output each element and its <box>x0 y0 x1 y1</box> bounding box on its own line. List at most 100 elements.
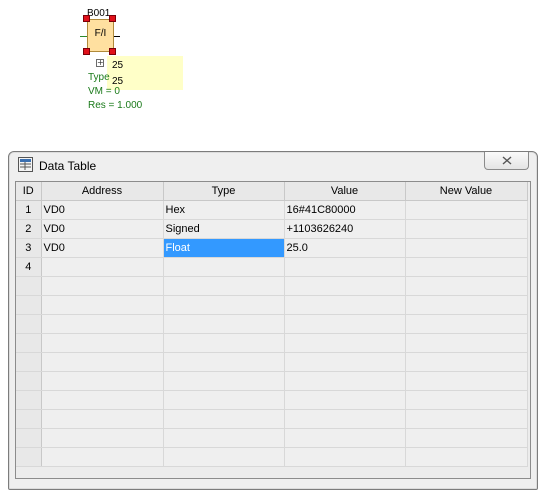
row-id: 2 <box>16 219 42 239</box>
column-header-address[interactable]: Address <box>41 182 164 201</box>
res-label: Res = 1.000 <box>88 100 143 111</box>
row-id <box>16 428 42 448</box>
new-value-cell[interactable] <box>405 257 528 277</box>
value-cell <box>284 428 406 448</box>
address-cell[interactable] <box>41 333 164 353</box>
table-row: 3 VD0 Float 25.0 <box>16 238 528 258</box>
workspace: B001 F/I + 25 25 Type VM = 0 Res = 1.000… <box>0 0 554 496</box>
empty-row <box>16 371 528 391</box>
value-cell <box>284 295 406 315</box>
empty-row <box>16 295 528 315</box>
row-id <box>16 295 42 315</box>
new-value-cell[interactable] <box>405 200 528 220</box>
row-id <box>16 276 42 296</box>
type-cell[interactable]: Hex <box>163 200 285 220</box>
new-value-cell[interactable] <box>405 276 528 296</box>
window-titlebar[interactable]: Data Table <box>9 152 537 178</box>
value-cell: 25.0 <box>284 238 406 258</box>
empty-row <box>16 276 528 296</box>
address-cell[interactable] <box>41 257 164 277</box>
resize-handle-bottom-left[interactable] <box>83 48 90 55</box>
tooltip-value-1: 25 <box>112 60 124 71</box>
address-cell[interactable] <box>41 276 164 296</box>
data-table-window: Data Table ID Address Type Value New Val… <box>8 151 538 490</box>
column-header-value[interactable]: Value <box>284 182 406 201</box>
type-cell[interactable] <box>163 371 285 391</box>
row-id: 4 <box>16 257 42 277</box>
address-cell[interactable] <box>41 409 164 429</box>
value-cell: +1103626240 <box>284 219 406 239</box>
expand-icon[interactable]: + <box>96 59 104 67</box>
address-cell[interactable] <box>41 295 164 315</box>
new-value-cell[interactable] <box>405 219 528 239</box>
value-cell: 16#41C80000 <box>284 200 406 220</box>
row-id <box>16 314 42 334</box>
empty-row <box>16 314 528 334</box>
value-cell <box>284 257 406 277</box>
address-cell[interactable]: VD0 <box>41 238 164 258</box>
value-cell <box>284 390 406 410</box>
row-id <box>16 390 42 410</box>
value-cell <box>284 371 406 391</box>
type-cell[interactable] <box>163 390 285 410</box>
type-cell[interactable] <box>163 428 285 448</box>
column-header-new-value[interactable]: New Value <box>405 182 528 201</box>
address-cell[interactable] <box>41 352 164 372</box>
resize-handle-top-left[interactable] <box>83 15 90 22</box>
value-cell <box>284 409 406 429</box>
new-value-cell[interactable] <box>405 447 528 467</box>
row-id <box>16 371 42 391</box>
table-row: 1 VD0 Hex 16#41C80000 <box>16 200 528 220</box>
address-cell[interactable] <box>41 371 164 391</box>
new-value-cell[interactable] <box>405 314 528 334</box>
type-cell[interactable] <box>163 447 285 467</box>
value-cell <box>284 447 406 467</box>
value-cell <box>284 333 406 353</box>
empty-row <box>16 352 528 372</box>
empty-row <box>16 428 528 448</box>
close-button[interactable] <box>484 152 529 170</box>
new-value-cell[interactable] <box>405 238 528 258</box>
output-pin <box>113 36 120 37</box>
address-cell[interactable]: VD0 <box>41 200 164 220</box>
data-table: ID Address Type Value New Value 1 VD0 He… <box>16 182 528 467</box>
type-cell[interactable] <box>163 314 285 334</box>
type-cell-selected[interactable]: Float <box>163 238 285 258</box>
row-id <box>16 409 42 429</box>
column-header-id[interactable]: ID <box>16 182 42 201</box>
empty-row <box>16 333 528 353</box>
table-row: 2 VD0 Signed +1103626240 <box>16 219 528 239</box>
value-cell <box>284 276 406 296</box>
resize-handle-top-right[interactable] <box>109 15 116 22</box>
resize-handle-bottom-right[interactable] <box>109 48 116 55</box>
row-id: 1 <box>16 200 42 220</box>
row-id: 3 <box>16 238 42 258</box>
address-cell[interactable] <box>41 390 164 410</box>
address-cell[interactable] <box>41 428 164 448</box>
type-cell[interactable]: Signed <box>163 219 285 239</box>
type-cell[interactable] <box>163 409 285 429</box>
data-grid: ID Address Type Value New Value 1 VD0 He… <box>15 181 531 479</box>
type-cell[interactable] <box>163 257 285 277</box>
new-value-cell[interactable] <box>405 352 528 372</box>
empty-row <box>16 390 528 410</box>
new-value-cell[interactable] <box>405 409 528 429</box>
new-value-cell[interactable] <box>405 295 528 315</box>
type-cell[interactable] <box>163 276 285 296</box>
new-value-cell[interactable] <box>405 428 528 448</box>
new-value-cell[interactable] <box>405 333 528 353</box>
new-value-cell[interactable] <box>405 371 528 391</box>
type-cell[interactable] <box>163 352 285 372</box>
type-cell[interactable] <box>163 333 285 353</box>
value-cell <box>284 352 406 372</box>
row-id <box>16 333 42 353</box>
address-cell[interactable] <box>41 447 164 467</box>
empty-row <box>16 447 528 467</box>
row-id <box>16 352 42 372</box>
type-cell[interactable] <box>163 295 285 315</box>
column-header-type[interactable]: Type <box>163 182 285 201</box>
address-cell[interactable]: VD0 <box>41 219 164 239</box>
table-row: 4 <box>16 257 528 277</box>
new-value-cell[interactable] <box>405 390 528 410</box>
address-cell[interactable] <box>41 314 164 334</box>
